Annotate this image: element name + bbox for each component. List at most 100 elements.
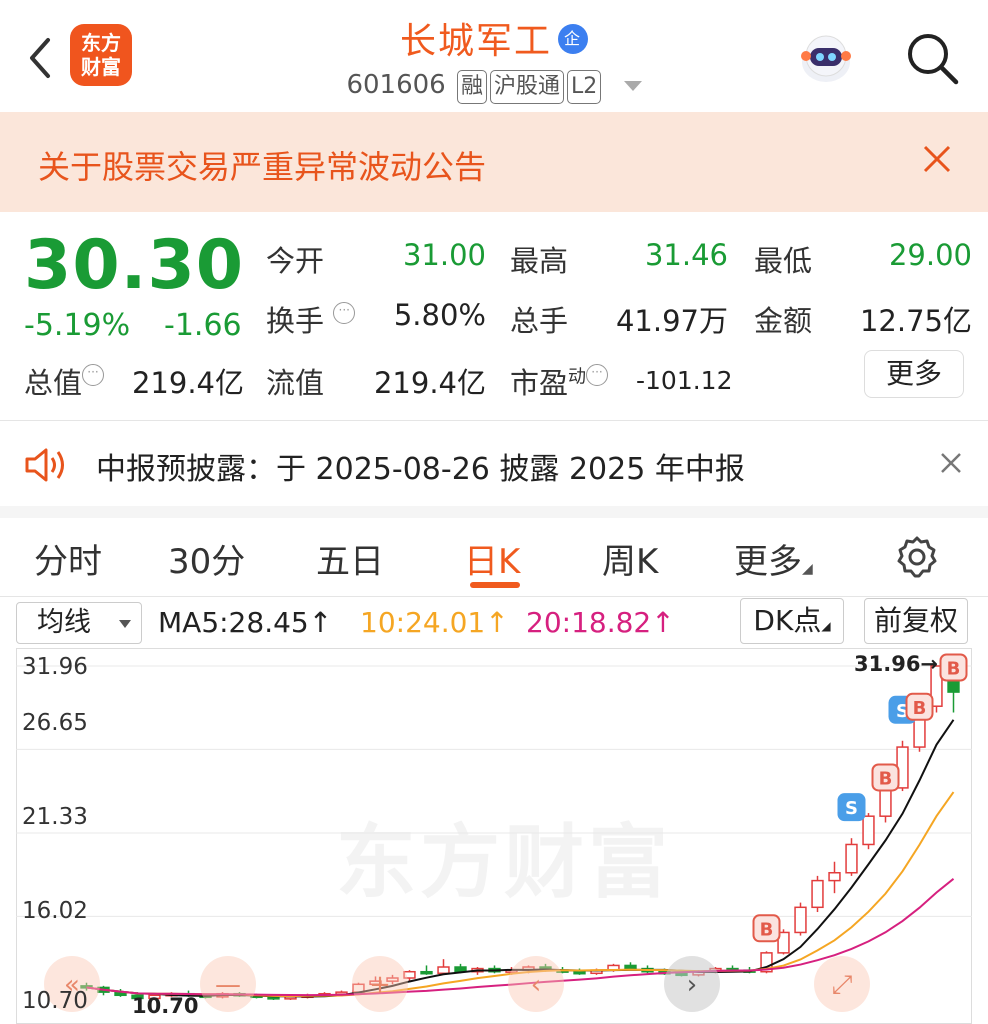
candle-body [420,970,433,975]
sell-signal-badge: S [837,793,866,822]
indicator-select-value: 均线 [37,607,91,638]
adjust-button[interactable]: 前复权 [864,598,968,644]
candle-body [437,966,450,975]
zoom-out-button[interactable]: — [200,956,256,1012]
open-label: 今开 [266,244,325,278]
candle-body [879,787,892,817]
corner-caret-icon: ◢ [802,561,813,577]
tag-l2: L2 [567,70,602,104]
candle-body [862,815,875,846]
tag-margin: 融 [456,70,487,104]
buy-signal-badge: B [939,653,968,682]
fullscreen-button[interactable]: ⤢ [814,956,870,1012]
pe-label-wrap: 市盈动 ··· [510,360,609,402]
signal-letter: B [947,659,961,680]
enterprise-badge: 企 [558,24,588,54]
next-button[interactable]: › [664,956,720,1012]
zoom-in-button[interactable]: + [352,956,408,1012]
tab-30min[interactable]: 30分 [168,534,245,583]
control-glyph: + [369,970,391,1000]
top-navbar: 东方 财富 长城军工企 601606 融沪股通 L2 [0,0,988,112]
candle-body [828,871,841,882]
change-amount: -1.66 [164,308,242,343]
info-dots-icon[interactable]: ··· [333,302,356,324]
corner-caret-icon: ◢ [821,619,831,633]
buy-signal-badge: B [871,763,900,792]
max-price-marker: 31.96→ [854,652,939,676]
ma-indicator-row: 均线 MA5:28.45↑ 10:24.01↑ 20:18.82↑ DK点◢ 前… [0,598,988,648]
y-tick-label: 21.33 [22,804,88,830]
tab-5day[interactable]: 五日 [316,534,384,583]
pe-value: -101.12 [636,366,733,395]
buy-signal-badge: B [752,914,781,943]
high-value: 31.46 [644,238,728,272]
info-dots-icon[interactable]: ··· [82,364,105,386]
current-price: 30.30 [24,226,245,305]
y-tick-label: 16.02 [22,898,88,924]
y-tick-label: 10.70 [22,988,88,1014]
close-icon[interactable] [920,142,954,176]
signal-letter: B [760,919,774,940]
volume-value: 41.97万 [615,304,728,338]
dk-point-button[interactable]: DK点◢ [740,598,844,644]
mktcap-value: 219.4亿 [131,366,244,400]
open-value: 31.00 [402,238,486,272]
control-glyph: › [687,970,697,1000]
y-tick-label: 26.65 [22,710,88,736]
turnover-value: 5.80% [393,298,486,332]
signal-letter: S [845,798,858,819]
tab-minute[interactable]: 分时 [34,534,102,583]
float-label: 流值 [266,366,325,400]
dk-point-label: DK点 [753,604,822,637]
candle-body [811,879,824,909]
dropdown-caret-icon[interactable] [623,80,642,91]
control-glyph: — [215,970,241,1000]
ma10-value: 10:24.01↑ [360,606,509,639]
tab-weekly-k[interactable]: 周K [602,534,658,583]
mktcap-label: 总值 [24,366,83,400]
volume-label: 总手 [510,304,569,338]
change-percent: -5.19% [24,308,131,343]
chart-period-tabs: 分时 30分 五日 日K 周K 更多◢ [0,520,988,596]
tab-more-label: 更多 [734,542,802,582]
notice-bar[interactable]: 中报预披露：于 2025-08-26 披露 2025 年中报 [0,420,988,506]
stock-code: 601606 [346,70,446,100]
signal-letter: B [913,698,927,719]
amount-value: 12.75亿 [859,304,972,338]
info-dots-icon[interactable]: ··· [586,364,609,386]
quote-panel: 30.30 -5.19% -1.66 今开 31.00 最高 31.46 最低 … [0,212,988,420]
ma20-value: 20:18.82↑ [526,606,675,639]
search-icon[interactable] [904,30,960,86]
divider [0,596,988,597]
announcement-banner[interactable]: 关于股票交易严重异常波动公告 [0,112,988,212]
more-button[interactable]: 更多 [864,350,964,398]
kline-chart[interactable]: 东方财富 B S B S B B «— + ‹ › ⤢ 31.96 26.65 21.33 16.0… [16,648,972,1024]
pe-sup: 动 [568,366,587,388]
notice-text[interactable]: 中报预披露：于 2025-08-26 披露 2025 年中报 [96,444,745,488]
kline-svg[interactable]: BSBS BB« — + ‹ › ⤢ [16,648,972,1024]
control-glyph: ‹ [531,970,541,1000]
indicator-select[interactable]: 均线 [16,602,142,644]
close-icon[interactable] [938,450,964,480]
ma5-line [86,719,955,998]
active-tab-indicator [470,582,520,588]
candle-body [845,843,858,874]
high-label: 最高 [510,244,569,278]
candle-body [794,906,807,934]
buy-signal-badge: B [905,692,934,721]
signal-letter: B [879,768,893,789]
tab-more[interactable]: 更多◢ [734,534,813,583]
ma5-value: MA5:28.45↑ [158,606,333,639]
low-label: 最低 [754,244,813,278]
candle-body [624,964,637,970]
announcement-text[interactable]: 关于股票交易严重异常波动公告 [38,142,486,188]
float-value: 219.4亿 [373,366,486,400]
settings-gear-icon[interactable] [894,534,940,584]
chevron-down-icon [119,620,131,628]
robot-assistant-icon[interactable] [794,26,858,90]
tab-daily-k[interactable]: 日K [464,534,520,583]
control-glyph: ⤢ [832,970,853,1000]
turnover-label: 换手 [266,304,325,338]
low-value: 29.00 [888,238,972,272]
prev-button[interactable]: ‹ [508,956,564,1012]
